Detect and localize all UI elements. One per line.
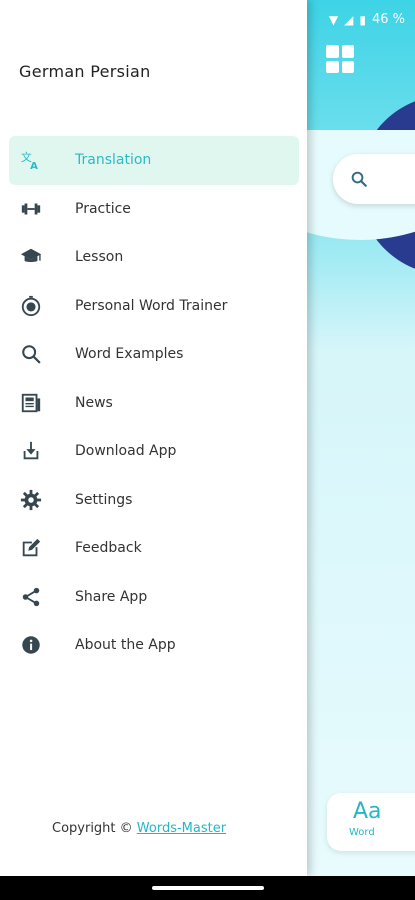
drawer-menu: 文A Translation Practice Lesson Personal …	[9, 136, 299, 670]
menu-item-word-examples[interactable]: Word Examples	[9, 330, 299, 379]
newspaper-icon	[9, 391, 53, 415]
menu-item-personal-word-trainer[interactable]: Personal Word Trainer	[9, 282, 299, 331]
word-tab-card[interactable]: Aa Word	[327, 793, 415, 851]
menu-item-about-the-app[interactable]: About the App	[9, 621, 299, 670]
info-icon	[9, 633, 53, 657]
timer-icon	[9, 294, 53, 318]
menu-item-download-app[interactable]: Download App	[9, 427, 299, 476]
download-icon	[9, 439, 53, 463]
search-icon	[9, 342, 53, 366]
dumbbell-icon	[9, 197, 53, 221]
search-bar[interactable]	[333, 154, 415, 204]
gear-icon	[9, 488, 53, 512]
menu-item-label: Download App	[75, 443, 177, 460]
copyright-text: Copyright ©	[52, 821, 137, 836]
battery-icon: ▮	[359, 12, 366, 27]
menu-item-label: Practice	[75, 200, 131, 217]
menu-item-label: Personal Word Trainer	[75, 297, 228, 314]
feedback-edit-icon	[9, 536, 53, 560]
word-tab-label: Word	[349, 827, 375, 838]
svg-text:A: A	[30, 161, 38, 171]
status-bar: ▼ ◢ ▮ 46 %	[329, 12, 405, 27]
menu-item-label: Share App	[75, 588, 148, 605]
menu-item-news[interactable]: News	[9, 379, 299, 428]
share-icon	[9, 585, 53, 609]
menu-item-label: News	[75, 394, 113, 411]
search-icon	[351, 171, 367, 187]
word-tab-glyph: Aa	[353, 799, 382, 824]
menu-item-settings[interactable]: Settings	[9, 476, 299, 525]
drawer-title: German Persian	[19, 62, 151, 81]
home-gesture-handle[interactable]	[152, 886, 264, 890]
menu-item-share-app[interactable]: Share App	[9, 573, 299, 622]
navigation-drawer: German Persian 文A Translation Practice L…	[0, 0, 307, 876]
wifi-icon: ▼	[328, 12, 339, 27]
menu-item-label: Lesson	[75, 249, 124, 266]
grid-menu-icon[interactable]	[326, 45, 354, 73]
signal-icon: ◢	[344, 12, 354, 27]
menu-item-label: Settings	[75, 491, 133, 508]
menu-item-practice[interactable]: Practice	[9, 185, 299, 234]
graduation-cap-icon	[9, 245, 53, 269]
translate-icon: 文A	[9, 148, 53, 172]
menu-item-translation[interactable]: 文A Translation	[9, 136, 299, 185]
menu-item-lesson[interactable]: Lesson	[9, 233, 299, 282]
battery-level: 46 %	[371, 12, 405, 27]
copyright-footer: Copyright © Words-Master	[52, 821, 226, 836]
menu-item-label: Translation	[75, 152, 152, 169]
menu-item-label: Feedback	[75, 540, 142, 557]
menu-item-feedback[interactable]: Feedback	[9, 524, 299, 573]
menu-item-label: Word Examples	[75, 346, 184, 363]
words-master-link[interactable]: Words-Master	[137, 821, 226, 836]
menu-item-label: About the App	[75, 637, 176, 654]
